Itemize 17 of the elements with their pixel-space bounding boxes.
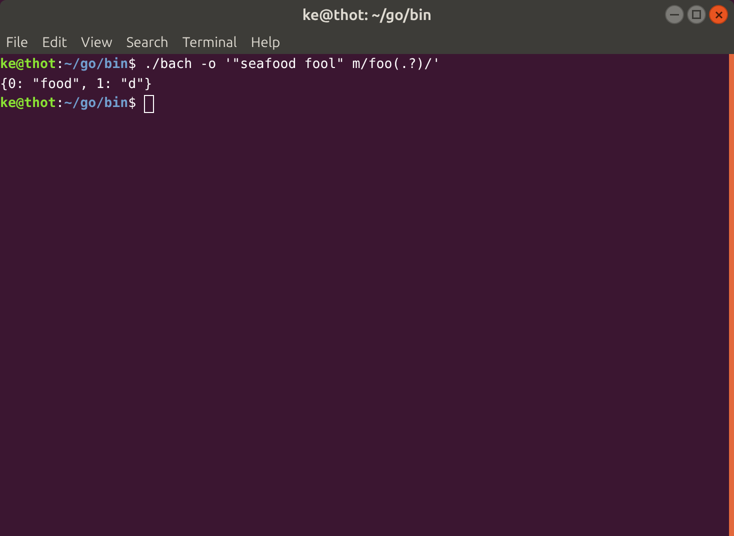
terminal-line: ke@thot:~/go/bin$ ./bach -o '"seafood fool" m/foo(.?)/' xyxy=(0,56,440,74)
terminal-line: {0: "food", 1: "d"} xyxy=(0,76,152,94)
terminal-line: ke@thot:~/go/bin$ xyxy=(0,95,138,113)
minimize-button[interactable] xyxy=(665,5,684,24)
scrollbar[interactable] xyxy=(729,54,734,536)
menu-item[interactable]: Search xyxy=(126,32,168,52)
window-title: ke@thot: ~/go/bin xyxy=(302,4,432,25)
menu-item[interactable]: Edit xyxy=(42,32,67,52)
menu-item[interactable]: View xyxy=(81,32,112,52)
menu-item[interactable]: Help xyxy=(250,32,280,52)
maximize-icon xyxy=(692,10,701,19)
maximize-button[interactable] xyxy=(687,5,706,24)
menu-item[interactable]: Terminal xyxy=(182,32,237,52)
close-icon xyxy=(714,10,722,18)
minimize-icon xyxy=(670,14,679,16)
close-button[interactable] xyxy=(709,5,728,24)
menu-item[interactable]: File xyxy=(6,32,28,52)
